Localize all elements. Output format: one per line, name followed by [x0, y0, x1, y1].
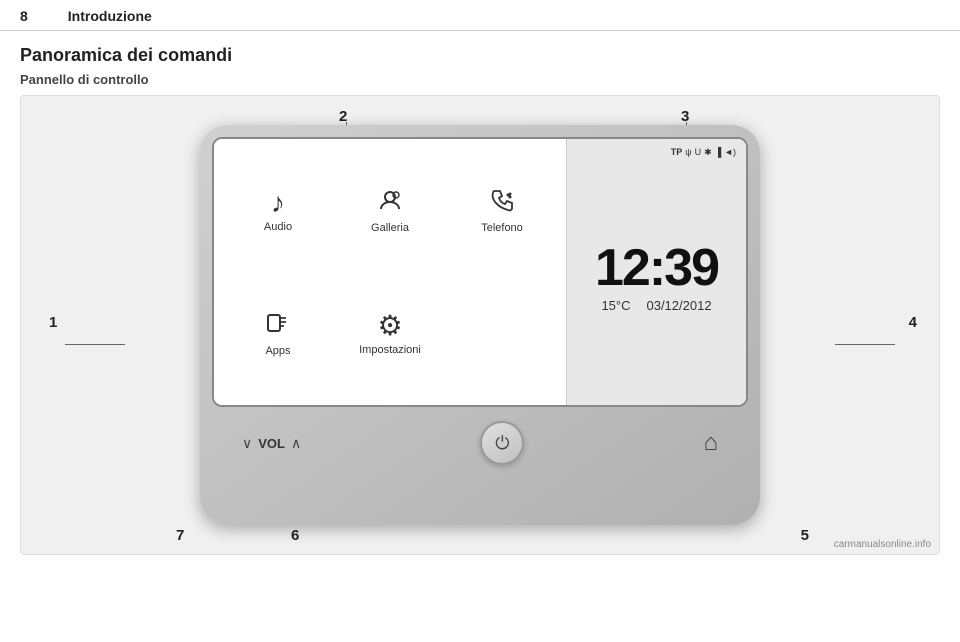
- vol-down-button[interactable]: ∨: [242, 435, 252, 452]
- menu-item-audio[interactable]: ♪ Audio: [224, 181, 332, 241]
- status-bt: ✱: [704, 147, 712, 158]
- vol-control[interactable]: ∨ VOL ∧: [242, 435, 301, 452]
- status-psi: ψ: [685, 147, 691, 158]
- page-header: 8 Introduzione: [0, 0, 960, 31]
- apps-icon: [265, 310, 291, 341]
- callout-5: 5: [801, 527, 809, 544]
- screen: ♪ Audio Galleria: [212, 137, 748, 407]
- power-button[interactable]: ⏻: [480, 421, 524, 465]
- line-1: [65, 344, 125, 345]
- menu-item-settings[interactable]: ⚙ Impostazioni: [336, 304, 444, 364]
- status-bar: TP ψ U ✱ ▐ ◄): [577, 147, 736, 158]
- gallery-icon: [377, 187, 403, 218]
- apps-label: Apps: [265, 345, 290, 357]
- clock-date-row: 15°C 03/12/2012: [601, 298, 711, 313]
- status-tp: TP: [671, 147, 683, 158]
- callout-7: 7: [176, 527, 184, 544]
- page-number: 8: [20, 8, 28, 24]
- page-title: Introduzione: [68, 8, 152, 24]
- device: ♪ Audio Galleria: [200, 125, 760, 525]
- diagram-area: 1 2 3 4 5 6 7 ♪ Audio: [20, 95, 940, 555]
- home-icon: ⌂: [703, 429, 718, 456]
- clock-display: 12:39 15°C 03/12/2012: [577, 158, 736, 397]
- vol-label: VOL: [258, 436, 285, 451]
- audio-icon: ♪: [271, 189, 285, 217]
- phone-label: Telefono: [481, 222, 523, 234]
- controls-row: ∨ VOL ∧ ⏻ ⌂: [212, 421, 748, 465]
- status-vol: ◄): [724, 147, 736, 158]
- menu-item-gallery[interactable]: Galleria: [336, 179, 444, 242]
- settings-icon: ⚙: [377, 312, 402, 340]
- watermark: carmanualsonline.info: [834, 539, 931, 550]
- clock-time: 12:39: [595, 242, 718, 294]
- audio-label: Audio: [264, 221, 292, 233]
- status-u: U: [695, 147, 702, 158]
- callout-4: 4: [909, 314, 917, 331]
- section-main-title: Panoramica dei comandi: [0, 31, 960, 70]
- section-sub-title: Pannello di controllo: [0, 70, 960, 95]
- menu-item-apps[interactable]: Apps: [224, 302, 332, 365]
- power-icon: ⏻: [495, 433, 509, 454]
- callout-6: 6: [291, 527, 299, 544]
- clock-temperature: 15°C: [601, 298, 630, 313]
- screen-clock: TP ψ U ✱ ▐ ◄) 12:39 15°C 03/12/2012: [566, 139, 746, 405]
- line-4: [835, 344, 895, 345]
- menu-item-phone[interactable]: Telefono: [448, 179, 556, 242]
- phone-icon: [489, 187, 515, 218]
- settings-label: Impostazioni: [359, 344, 421, 356]
- vol-up-button[interactable]: ∧: [291, 435, 301, 452]
- screen-menu: ♪ Audio Galleria: [214, 139, 566, 405]
- callout-1: 1: [49, 314, 57, 331]
- status-battery: ▐: [715, 147, 721, 158]
- home-button[interactable]: ⌂: [703, 429, 718, 457]
- gallery-label: Galleria: [371, 222, 409, 234]
- clock-date: 03/12/2012: [646, 298, 711, 313]
